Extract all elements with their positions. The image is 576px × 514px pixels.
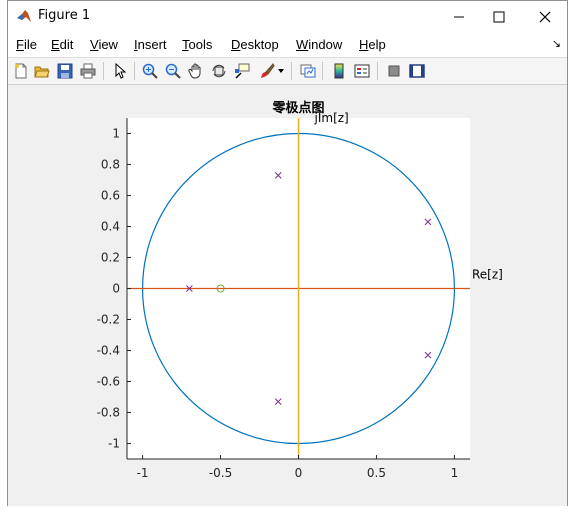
menu-insert[interactable]: Insert [134, 37, 167, 52]
y-tick-label: 0.4 [101, 220, 120, 234]
save-button[interactable] [55, 61, 75, 81]
data-cursor-button[interactable] [232, 61, 252, 81]
rotate-3d-icon [212, 64, 226, 78]
brush-dropdown-icon [278, 69, 284, 73]
open-file-button[interactable] [32, 61, 52, 81]
zoom-out-icon [165, 63, 181, 79]
open-file-icon [34, 66, 50, 78]
x-tick-label: 0 [295, 466, 303, 480]
link-plot-icon [300, 64, 316, 78]
maximize-icon [493, 11, 505, 22]
colorbar-button[interactable] [329, 61, 349, 81]
new-figure-icon [15, 63, 27, 79]
brush-dropdown-button[interactable] [276, 61, 286, 81]
x-tick-label: 1 [451, 466, 459, 480]
y-tick-label: 0.2 [101, 251, 120, 265]
figure-canvas: 零极点图 Re[z] jIm[z] -1 -0.5 0 0.5 1 1 0.8 0.6 0.4 0.2 0… [8, 85, 567, 506]
menu-tools[interactable]: Tools [182, 37, 212, 52]
zero-pole-plot[interactable]: 零极点图Re[z]jIm[z]-1 -0.5 0 0.5 110.80.60.40.20… [8, 85, 567, 506]
title-bar[interactable]: Figure 1 [8, 1, 567, 32]
x-tick-label: 0.5 [367, 466, 386, 480]
menu-help[interactable]: Help [359, 37, 386, 52]
brush-icon [261, 63, 275, 78]
y-tick-label: -0.8 [97, 406, 120, 420]
show-plot-tools-button[interactable] [407, 61, 427, 81]
legend-icon [354, 64, 370, 78]
x-tick-label: -1 [137, 466, 149, 480]
hide-plot-tools-button[interactable] [384, 61, 404, 81]
menu-bar: File Edit View Insert Tools Desktop Wind… [8, 32, 567, 57]
y-tick-label: -0.6 [97, 375, 120, 389]
hide-plot-tools-icon [388, 65, 400, 77]
pan-icon [188, 63, 201, 79]
zoom-in-icon [142, 63, 158, 79]
toolbar-separator [291, 62, 292, 80]
data-cursor-icon [235, 63, 250, 79]
menu-window[interactable]: Window [296, 37, 342, 52]
new-figure-button[interactable] [11, 61, 31, 81]
zoom-in-button[interactable] [140, 61, 160, 81]
print-icon [80, 63, 96, 79]
y-tick-label: 0.8 [101, 158, 120, 172]
y-tick-label: -0.2 [97, 313, 120, 327]
y-tick-label: -1 [108, 437, 120, 451]
x-tick-label: -0.5 [209, 466, 232, 480]
toolbar-separator [103, 62, 104, 80]
imaginary-axis-label: jIm[z] [314, 111, 349, 125]
minimize-icon [454, 16, 464, 17]
colorbar-icon [334, 63, 344, 79]
save-icon [57, 63, 73, 79]
legend-button[interactable] [352, 61, 372, 81]
zoom-out-button[interactable] [163, 61, 183, 81]
toolbar-separator [134, 62, 135, 80]
real-axis-label: Re[z] [472, 268, 503, 282]
menu-file[interactable]: File [16, 37, 37, 52]
y-tick-label: 0.6 [101, 189, 120, 203]
menu-view[interactable]: View [90, 37, 118, 52]
brush-button[interactable] [257, 61, 277, 81]
dock-arrow-icon[interactable]: ↘ [552, 37, 561, 50]
matlab-icon [17, 10, 31, 22]
y-tick-label: 1 [112, 127, 120, 141]
show-plot-tools-icon [409, 64, 425, 78]
edit-plot-button[interactable] [110, 61, 130, 81]
maximize-button[interactable] [476, 1, 522, 32]
y-tick-label: 0 [112, 282, 120, 296]
pointer-icon [115, 63, 127, 79]
rotate-3d-button[interactable] [209, 61, 229, 81]
close-icon [539, 11, 551, 22]
window-title: Figure 1 [38, 8, 91, 23]
menu-edit[interactable]: Edit [51, 37, 73, 52]
figure-window: Figure 1 File Edit View Insert Tools Des… [7, 0, 568, 506]
toolbar-separator [377, 62, 378, 80]
menu-desktop[interactable]: Desktop [231, 37, 279, 52]
toolbar-separator [322, 62, 323, 80]
link-plot-button[interactable] [298, 61, 318, 81]
pan-button[interactable] [186, 61, 206, 81]
y-tick-label: -0.4 [97, 344, 120, 358]
print-button[interactable] [78, 61, 98, 81]
close-button[interactable] [522, 1, 568, 32]
figure-toolbar [8, 57, 567, 85]
